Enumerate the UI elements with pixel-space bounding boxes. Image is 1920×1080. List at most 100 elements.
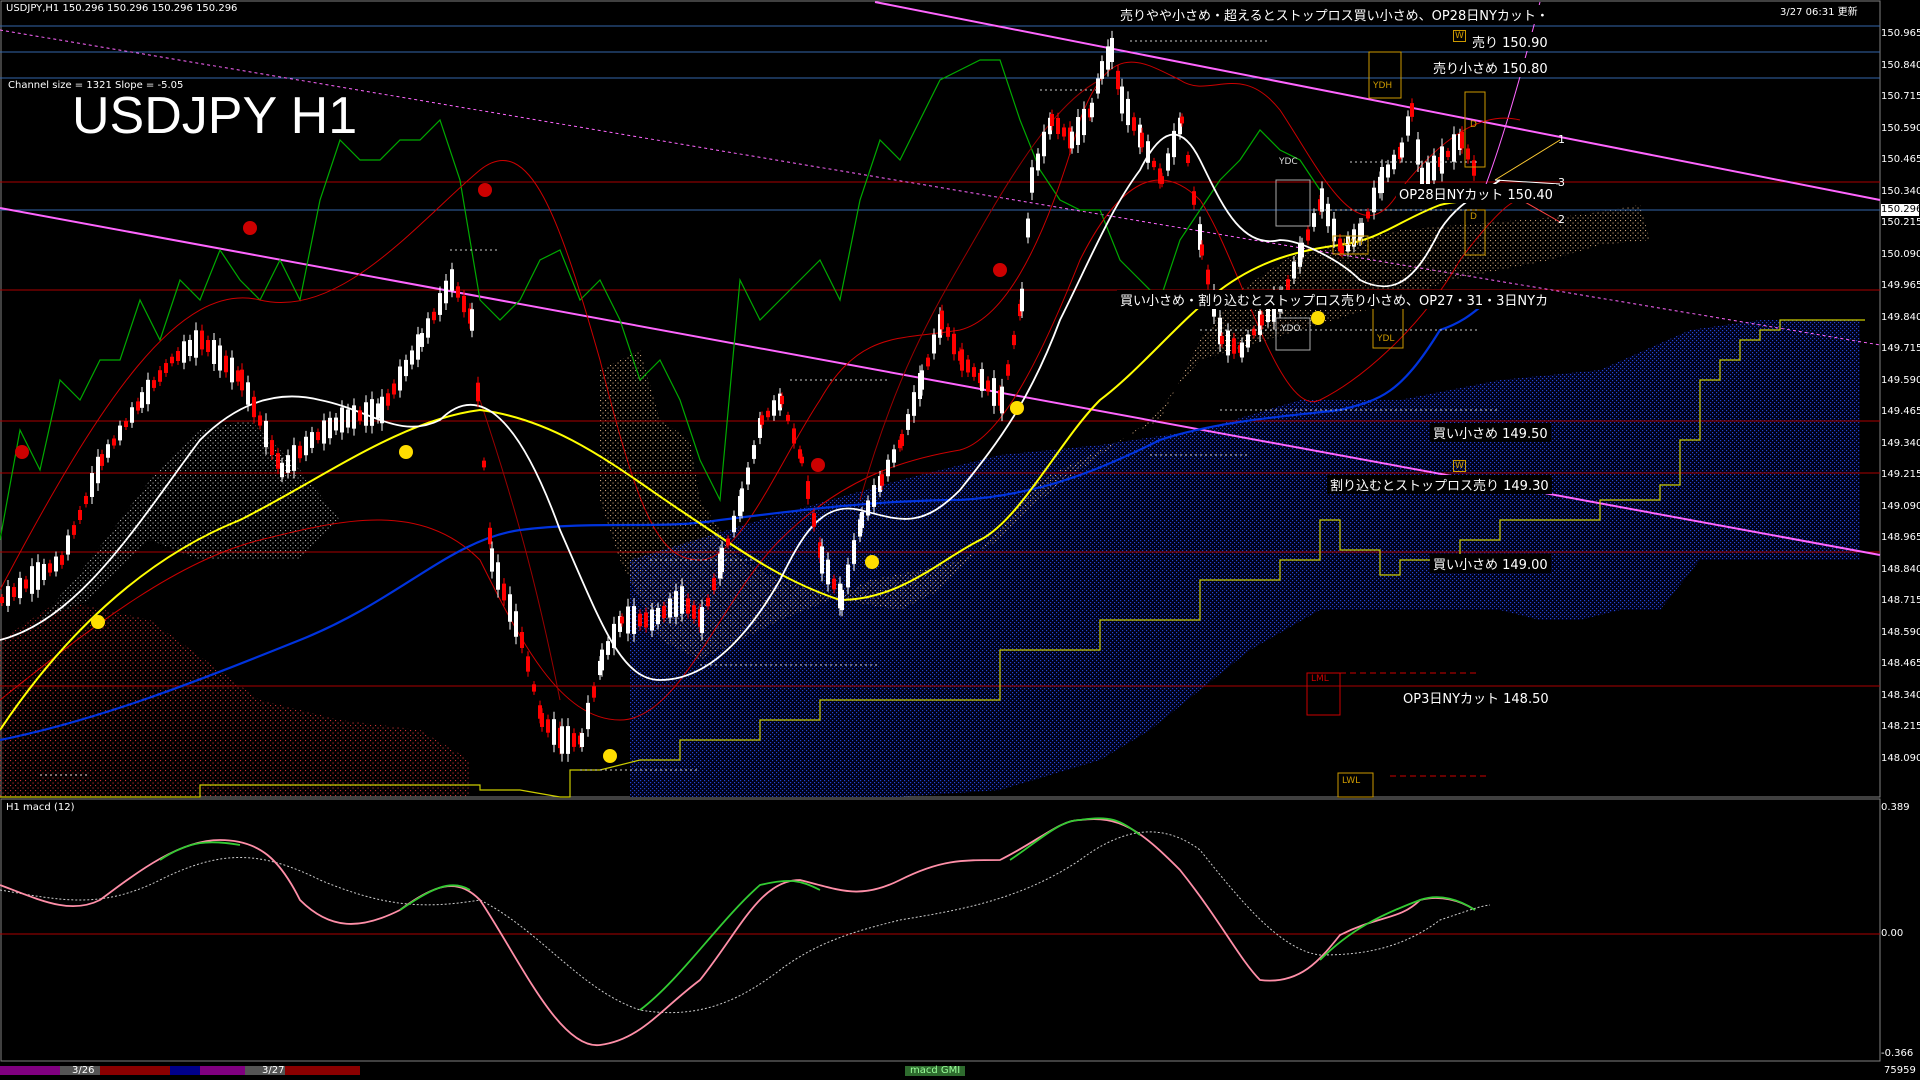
candle-bull [1106,46,1110,70]
candle-bear [298,445,302,459]
price-axis-label: 149.715 [1881,343,1920,354]
candle-bull [580,733,584,747]
price-axis-label: 150.090 [1881,248,1920,260]
candle-bear [1186,154,1190,164]
candle-bull [410,350,414,365]
candle-bear [1152,160,1156,168]
ichimoku-cloud-red-left [0,600,470,797]
candle-bull [886,459,890,477]
candle-bull [1090,102,1094,118]
candle-bull [626,606,630,634]
price-axis-label: 148.715 [1881,595,1920,606]
candle-bull [1226,330,1230,356]
candle-bull [1312,213,1316,227]
price-chart-canvas[interactable] [0,0,1920,1080]
candle-bull [1172,130,1176,158]
candle-bear [12,587,16,597]
candle-bear [900,433,904,447]
candle-bear [1180,116,1184,124]
macd-title: H1 macd (12) [6,802,75,813]
price-axis-label: 150.840 [1881,59,1920,71]
candle-bear [644,612,648,628]
candle-bull [340,407,344,433]
price-axis-label: 150.715 [1881,91,1920,102]
candle-bull [1126,98,1130,126]
candle-bear [456,286,460,298]
candle-bear [686,598,690,614]
candle-bull [1120,86,1124,114]
price-axis-label: 148.090 [1881,752,1920,764]
candle-bear [946,327,950,337]
price-axis-label: 148.965 [1881,532,1920,543]
candle-bull [1426,162,1430,186]
candle-bear [972,367,976,377]
indicator-tab[interactable]: macd GMI [910,1065,960,1076]
projection-3: 3 [1558,176,1565,189]
macd-signal-line [0,831,1491,1014]
level-break-sell-14930: 割り込むとストップロス売り 149.30 [1327,475,1552,494]
candle-bull [1036,153,1040,171]
candle-bear [880,474,884,486]
candle-bull [6,586,10,606]
candle-bear [780,395,784,405]
candle-bull [188,339,192,357]
candle-bear [358,410,362,421]
candle-bull [416,334,420,360]
box-w-bottom: W [1453,460,1466,472]
candle-bear [1460,131,1464,149]
candle-bear [662,605,666,619]
candle-bear [136,401,140,411]
candle-bear [1466,148,1470,160]
candle-bull [1300,242,1304,258]
candle-bull [280,462,284,478]
candle-bull [866,500,870,516]
price-axis-label: 149.590 [1881,374,1920,386]
candle-bear [620,616,624,624]
candle-bull [420,333,424,347]
candle-bull [1416,139,1420,165]
candle-bull [18,577,22,599]
update-timestamp: 3/27 06:31 更新 [1780,7,1858,18]
candle-bull [444,280,448,304]
candle-bear [84,495,88,505]
candle-bear [960,349,964,371]
price-axis-label: 149.215 [1881,469,1920,480]
candle-bull [1030,167,1034,193]
fractal-up-icon [993,263,1007,277]
candle-bear [812,513,816,527]
candle-bear [432,311,436,321]
session-color-bar [0,1066,965,1076]
candle-bull [1026,218,1030,238]
price-axis-label: 148.340 [1881,689,1920,701]
price-axis-label: 150.215 [1881,217,1920,228]
macd-axis-top: 0.389 [1881,802,1910,813]
candle-bull [1000,386,1004,414]
ichimoku-cloud-blue [630,320,1860,797]
candle-bear [766,410,770,418]
candle-bear [462,295,466,313]
price-axis-label: 149.090 [1881,500,1920,512]
candle-bull [1240,342,1244,358]
price-axis-label: 148.590 [1881,626,1920,638]
candle-bear [1260,314,1264,326]
candle-bear [592,686,596,698]
candle-bull [130,407,134,423]
candle-bear [24,579,28,589]
candle-bear [152,380,156,388]
candle-bear [252,396,256,418]
candle-bull [1292,261,1296,279]
candle-bull [106,444,110,458]
candle-bear [72,525,76,535]
candle-bull [370,399,374,426]
box-w-top: W [1453,30,1466,42]
candle-bear [270,440,274,455]
fractal-up-icon [15,445,29,459]
candle-bull [650,609,654,631]
candle-bear [572,733,576,747]
box-lml: LML [1311,674,1329,684]
candle-bear [258,415,262,426]
candle-bull [1110,37,1114,63]
chart-window: USDJPY,H1 150.296 150.296 150.296 150.29… [0,0,1920,1080]
macd-main-line [0,818,1476,1046]
candle-bear [800,456,804,464]
